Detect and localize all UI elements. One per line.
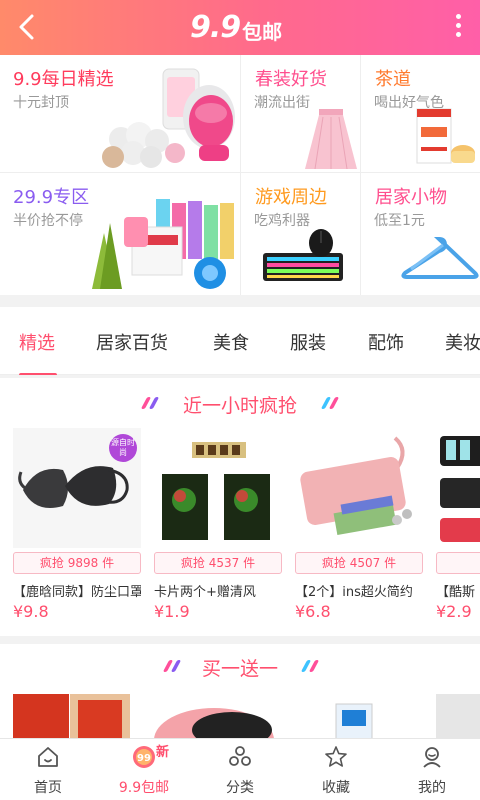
svg-text:99: 99 [137, 753, 151, 764]
wallet-image [300, 436, 412, 536]
more-dot-icon [455, 32, 461, 37]
nav-label: 9.9包邮 [118, 780, 170, 796]
nav-category[interactable]: 分类 [192, 739, 288, 800]
promo-daily-picks[interactable]: 9.9每日精选 十元封顶 [0, 55, 241, 173]
keyboard-mouse-image [263, 229, 343, 281]
product-name: 【酷斯 [436, 585, 476, 600]
promo-title: 居家小物 [375, 187, 447, 208]
product-card[interactable]: 疯抢 【酷斯 ¥2.9 [436, 428, 480, 628]
sold-count: 疯抢 4507 件 [295, 552, 423, 574]
category-tabs: 精选 居家百货 美食 服装 配饰 美妆 [0, 307, 480, 377]
household-goods-image [92, 199, 234, 289]
tab-clothing[interactable]: 服装 [290, 329, 326, 355]
product-image: 源自时尚 [13, 428, 141, 548]
product-name: 卡片两个+赠清风 [154, 585, 256, 600]
promo-title: 春装好货 [255, 69, 327, 90]
promo-half-price-zone[interactable]: 29.9专区 半价抢不停 [0, 173, 241, 295]
product-name: 【2个】ins超火简约 [295, 585, 413, 600]
top-bar: 9.9 包邮 [0, 0, 480, 55]
hangers-image [401, 236, 479, 279]
section-divider [0, 636, 480, 644]
bogo-section-title: 买一送一 [201, 658, 278, 680]
nav-label: 分类 [226, 780, 254, 796]
nav-favorites[interactable]: 收藏 [288, 739, 384, 800]
nav-label: 我的 [418, 780, 446, 796]
card-set-image [162, 442, 270, 540]
product-image [436, 428, 480, 548]
tab-featured[interactable]: 精选 [19, 329, 55, 355]
promo-grid: 9.9每日精选 十元封顶 春装好货 潮流出街 茶道 喝出好气色 29.9专区 半… [0, 55, 480, 295]
promo-title: 游戏周边 [255, 187, 327, 208]
star-icon [325, 746, 347, 767]
nav-home[interactable]: 首页 [0, 739, 96, 800]
product-image [295, 428, 423, 548]
product-price: ¥2.9 [436, 602, 472, 621]
home-icon [38, 747, 58, 767]
promo-subtitle: 低至1元 [374, 213, 425, 229]
more-dot-icon [455, 23, 461, 28]
sold-count: 疯抢 4537 件 [154, 552, 282, 574]
product-card[interactable]: 源自时尚 疯抢 9898 件 【鹿晗同款】防尘口罩 ¥9.8 [13, 428, 141, 628]
product-card[interactable]: 疯抢 4537 件 卡片两个+赠清风 ¥1.9 [154, 428, 282, 628]
promo-gaming-gear[interactable]: 游戏周边 吃鸡利器 [241, 173, 361, 295]
flash-products-row: 源自时尚 疯抢 9898 件 【鹿晗同款】防尘口罩 ¥9.8 疯抢 4537 件… [0, 428, 480, 628]
product-name: 【鹿晗同款】防尘口罩 [13, 585, 141, 600]
tab-food[interactable]: 美食 [213, 329, 249, 355]
tab-beauty[interactable]: 美妆 [445, 329, 480, 355]
sold-count: 疯抢 [436, 552, 480, 574]
phone-number-plate-image [440, 436, 480, 542]
bottom-navigation: 首页 99 新 9.9包邮 分类 收藏 我的 [0, 738, 480, 800]
promo-spring-goods[interactable]: 春装好货 潮流出街 [241, 55, 361, 173]
more-dot-icon [455, 14, 461, 19]
product-price: ¥6.8 [295, 602, 331, 621]
nav-label: 首页 [34, 780, 62, 796]
section-divider [0, 375, 480, 378]
product-image [154, 428, 282, 548]
nine-nine-icon: 99 [133, 746, 155, 768]
promo-home-items[interactable]: 居家小物 低至1元 [361, 173, 480, 295]
bogo-product-images [13, 694, 480, 740]
flash-section-title: 近一小时疯抢 [182, 395, 297, 417]
section-divider [0, 295, 480, 307]
sold-count: 疯抢 9898 件 [13, 552, 141, 574]
logo-text: 包邮 [242, 19, 283, 44]
new-badge: 新 [156, 745, 170, 760]
nav-nine-nine[interactable]: 99 新 9.9包邮 [96, 739, 192, 800]
back-button[interactable] [10, 8, 46, 46]
promo-title: 茶道 [375, 69, 411, 90]
lint-remover-image [102, 68, 235, 168]
pleated-skirt-image [305, 109, 357, 169]
nav-label: 收藏 [322, 780, 350, 796]
tab-accessories[interactable]: 配饰 [368, 329, 404, 355]
promo-subtitle: 十元封顶 [13, 95, 69, 111]
back-arrow-icon [19, 14, 34, 40]
logo-number: 9.9 [190, 9, 241, 45]
promo-subtitle: 半价抢不停 [13, 213, 83, 229]
product-card[interactable]: 疯抢 4507 件 【2个】ins超火简约 ¥6.8 [295, 428, 423, 628]
trend-badge: 源自时尚 [109, 434, 137, 462]
app-root: 9.9 包邮 9.9每日精选 十元封顶 春装好货 潮流出街 茶道 喝出好气色 2… [0, 0, 480, 800]
decor-slash-icon [300, 660, 324, 672]
product-price: ¥1.9 [154, 602, 190, 621]
promo-title: 29.9专区 [13, 187, 90, 208]
app-logo: 9.9 包邮 [190, 6, 290, 48]
more-menu-button[interactable] [454, 14, 462, 42]
bogo-products-row [0, 690, 480, 740]
user-icon [423, 747, 441, 768]
category-icon [229, 746, 251, 766]
tea-box-image [416, 108, 475, 164]
promo-tea[interactable]: 茶道 喝出好气色 [361, 55, 480, 173]
nav-profile[interactable]: 我的 [384, 739, 480, 800]
product-price: ¥9.8 [13, 602, 49, 621]
decor-slash-icon [320, 397, 344, 409]
tab-home-goods[interactable]: 居家百货 [96, 329, 168, 355]
